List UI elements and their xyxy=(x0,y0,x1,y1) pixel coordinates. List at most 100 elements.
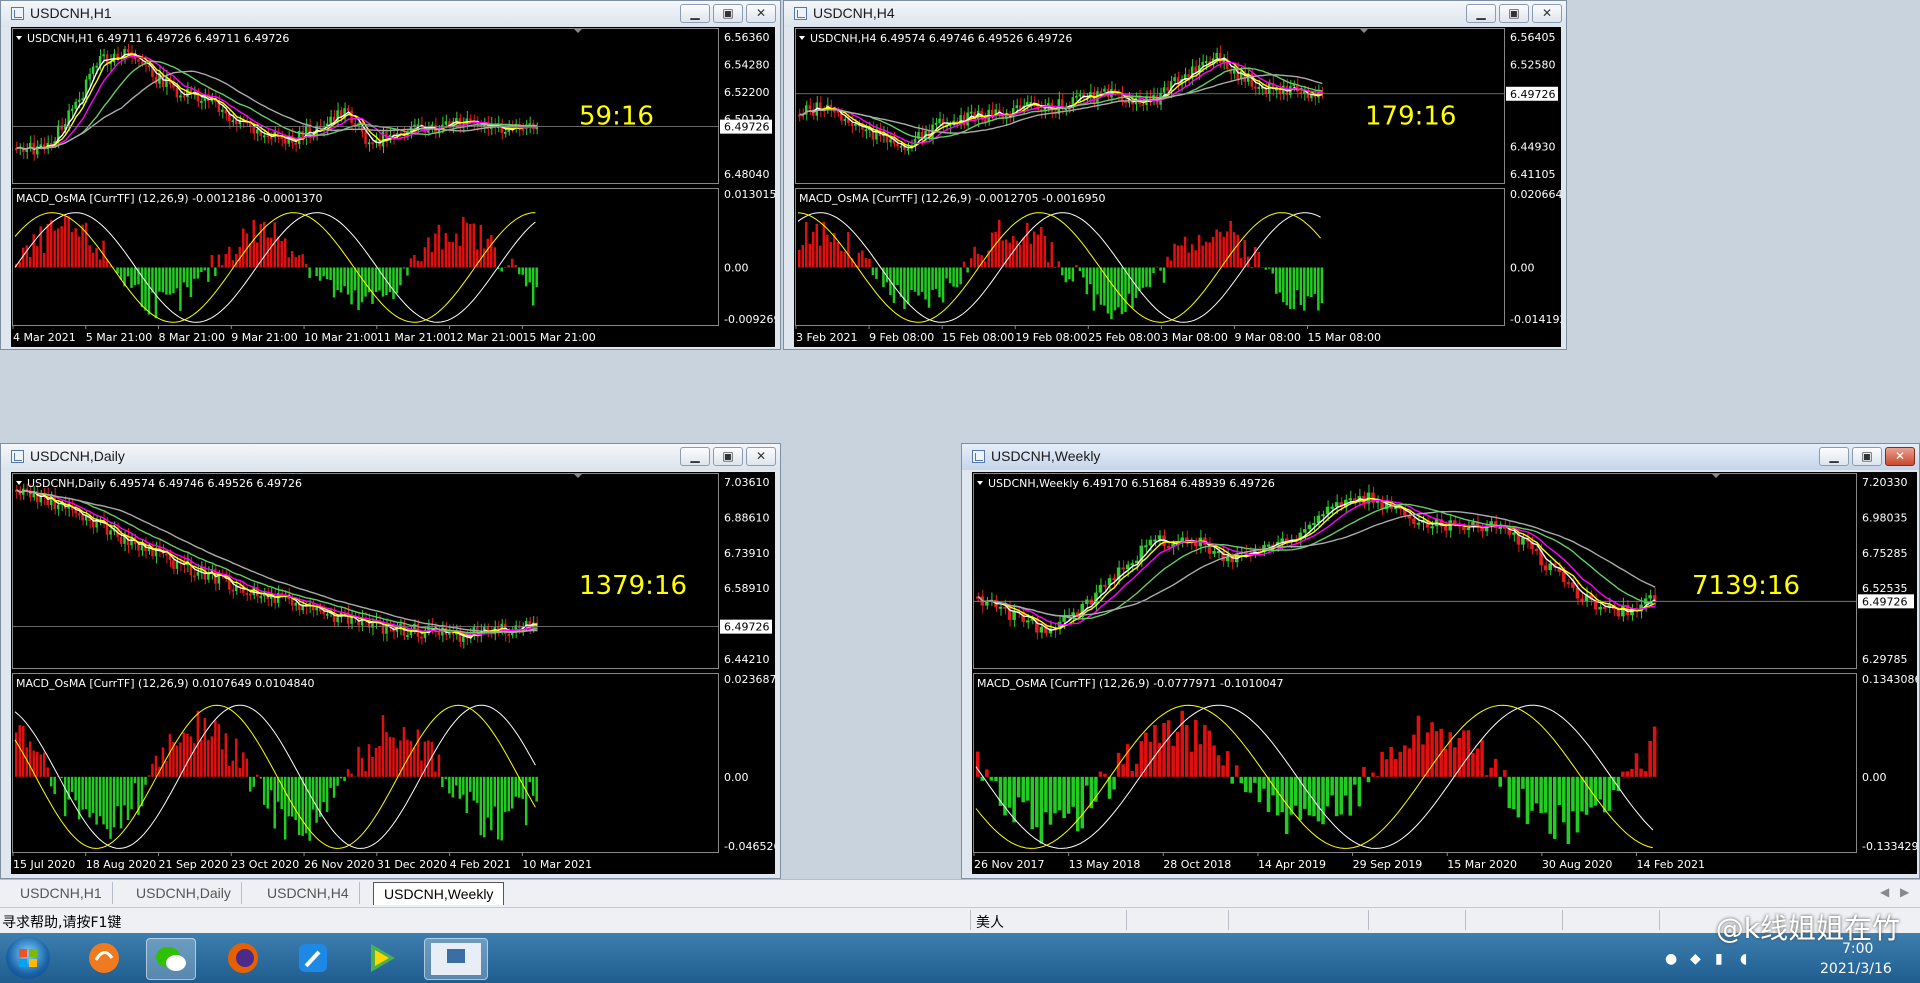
tab-usdcnh-weekly[interactable]: USDCNH,Weekly xyxy=(373,882,505,905)
status-divider xyxy=(1465,910,1466,930)
close-button[interactable]: ✕ xyxy=(746,447,776,466)
chart-window-icon xyxy=(972,450,985,463)
oscillator-axis-label: 0.1343086 xyxy=(1862,673,1917,686)
chart-area[interactable]: 7.03610 6.88610 6.73910 6.58910 6.49726 6.442… xyxy=(11,472,780,874)
minimize-button[interactable]: ▁ xyxy=(680,447,710,466)
oscillator-axis-label: 0.0130151 xyxy=(724,188,775,201)
tab-usdcnh-daily[interactable]: USDCNH,Daily xyxy=(126,882,242,904)
time-axis-label: 30 Aug 2020 xyxy=(1542,858,1612,871)
chart-window-icon xyxy=(11,7,24,20)
oscillator-label: MACD_OsMA [CurrTF] (12,26,9) 0.0107649 0… xyxy=(16,677,315,690)
price-axis-label: 6.44210 xyxy=(724,653,770,666)
status-divider xyxy=(1659,910,1660,930)
price-axis-label: 6.48040 xyxy=(724,168,770,181)
close-button[interactable]: ✕ xyxy=(1532,4,1562,23)
status-divider xyxy=(1228,910,1229,930)
oscillator-axis-label: -0.0141923 xyxy=(1510,313,1561,326)
oscillator-axis-label: 0.023687 xyxy=(724,673,775,686)
price-axis-label: 6.29785 xyxy=(1862,653,1908,666)
time-axis-label: 19 Feb 08:00 xyxy=(1015,331,1087,344)
time-axis-label: 28 Oct 2018 xyxy=(1163,858,1231,871)
bar-countdown-timer: 7139:16 xyxy=(1692,571,1800,601)
time-axis-label: 10 Mar 2021 xyxy=(522,858,592,871)
tray-volume-icon[interactable]: ◖ xyxy=(1740,951,1747,967)
restore-button[interactable]: ▣ xyxy=(1499,4,1529,23)
tab-usdcnh-h4[interactable]: USDCNH,H4 xyxy=(257,882,360,904)
minimize-button[interactable]: ▁ xyxy=(680,4,710,23)
time-axis-label: 18 Aug 2020 xyxy=(86,858,156,871)
oscillator-axis-label: -0.046526 xyxy=(724,840,775,853)
chart-info-label: USDCNH,Daily 6.49574 6.49746 6.49526 6.4… xyxy=(27,477,302,490)
tray-shield-icon[interactable]: ◆ xyxy=(1690,951,1701,967)
time-axis-label: 8 Mar 21:00 xyxy=(159,331,225,344)
chart-area[interactable]: 6.563606.542806.522006.501206.497266.480… xyxy=(11,27,787,347)
chart-window-icon xyxy=(794,7,807,20)
price-axis-label: 7.03610 xyxy=(724,476,770,489)
close-button[interactable]: ✕ xyxy=(746,4,776,23)
time-axis-label: 15 Mar 2020 xyxy=(1447,858,1517,871)
trading-terminal-icon[interactable] xyxy=(424,938,488,980)
status-bar: 寻求帮助,请按F1键 美人 xyxy=(0,907,1920,933)
restore-button[interactable]: ▣ xyxy=(1852,447,1882,466)
price-axis-label: 6.56405 xyxy=(1510,31,1556,44)
window-title: USDCNH,H4 xyxy=(813,5,895,21)
price-axis-label: 6.44930 xyxy=(1510,141,1556,154)
titlebar[interactable]: USDCNH,Weekly ▁ ▣ ✕ xyxy=(962,444,1919,470)
price-axis-label: 6.98035 xyxy=(1862,511,1908,524)
windows-logo-icon xyxy=(19,949,37,967)
restore-button[interactable]: ▣ xyxy=(713,4,743,23)
titlebar[interactable]: USDCNH,H4 ▁ ▣ ✕ xyxy=(784,1,1566,27)
chart-tabs-bar: USDCNH,H1 USDCNH,Daily USDCNH,H4 USDCNH,… xyxy=(0,879,1920,907)
close-button[interactable]: ✕ xyxy=(1885,447,1915,466)
tray-network-icon[interactable]: ▮ xyxy=(1715,951,1723,967)
status-divider xyxy=(1126,910,1127,930)
time-axis-label: 9 Mar 21:00 xyxy=(231,331,297,344)
restore-button[interactable]: ▣ xyxy=(713,447,743,466)
tray-wechat-icon[interactable]: ● xyxy=(1665,951,1677,967)
tab-scroll-left-icon[interactable]: ◀ xyxy=(1880,885,1889,899)
oscillator-label: MACD_OsMA [CurrTF] (12,26,9) -0.0777971 … xyxy=(977,677,1283,690)
start-button[interactable] xyxy=(6,937,50,979)
tray-date[interactable]: 2021/3/16 xyxy=(1820,961,1892,977)
chart-svg: 6.564056.525806.487556.497266.449306.411… xyxy=(794,27,1573,347)
tab-scroll-right-icon[interactable]: ▶ xyxy=(1900,885,1909,899)
oscillator-axis-label: 0.00 xyxy=(724,261,749,274)
status-help-text: 寻求帮助,请按F1键 xyxy=(2,915,122,931)
app-launcher-icon[interactable] xyxy=(80,938,128,978)
price-axis-label: 6.49726 xyxy=(724,121,770,134)
time-axis-label: 9 Feb 08:00 xyxy=(869,331,934,344)
price-axis-label: 6.58910 xyxy=(724,582,770,595)
oscillator-axis-label: -0.1334299 xyxy=(1862,840,1917,853)
titlebar[interactable]: USDCNH,Daily ▁ ▣ ✕ xyxy=(1,444,780,470)
minimize-button[interactable]: ▁ xyxy=(1466,4,1496,23)
media-player-icon[interactable] xyxy=(357,938,405,978)
titlebar[interactable]: USDCNH,H1 ▁ ▣ ✕ xyxy=(1,1,780,27)
price-axis-label: 6.56360 xyxy=(724,31,770,44)
chart-info-label: USDCNH,H4 6.49574 6.49746 6.49526 6.4972… xyxy=(810,32,1072,45)
tab-usdcnh-h1[interactable]: USDCNH,H1 xyxy=(10,882,113,904)
wechat-icon[interactable] xyxy=(146,938,196,980)
chart-area[interactable]: 7.20330 6.98035 6.75285 6.52535 6.49726 6.297… xyxy=(972,472,1920,874)
chart-svg: 7.03610 6.88610 6.73910 6.58910 6.49726 6.442… xyxy=(11,472,780,874)
time-axis-label: 12 Mar 21:00 xyxy=(450,331,523,344)
price-axis-label: 6.49726 xyxy=(724,621,770,634)
notes-app-icon[interactable] xyxy=(289,938,337,978)
window-h4: USDCNH,H4 ▁ ▣ ✕ 6.564056.525806.487556.4… xyxy=(783,0,1573,350)
status-divider xyxy=(1562,910,1563,930)
time-axis-label: 21 Sep 2020 xyxy=(159,858,229,871)
price-axis-label: 6.75285 xyxy=(1862,547,1908,560)
price-axis-label: 6.49726 xyxy=(1510,88,1556,101)
time-axis-label: 26 Nov 2017 xyxy=(974,858,1044,871)
oscillator-axis-label: 0.0206644 xyxy=(1510,188,1561,201)
watermark-text: @k线姐姐在竹 xyxy=(1715,912,1900,945)
time-axis-label: 3 Feb 2021 xyxy=(796,331,857,344)
chart-info-label: USDCNH,H1 6.49711 6.49726 6.49711 6.4972… xyxy=(27,32,289,45)
chart-area[interactable]: 6.564056.525806.487556.497266.449306.411… xyxy=(794,27,1573,347)
window-title: USDCNH,Weekly xyxy=(991,448,1101,464)
time-axis-label: 15 Jul 2020 xyxy=(13,858,75,871)
firefox-icon[interactable] xyxy=(219,938,267,978)
bar-countdown-timer: 1379:16 xyxy=(579,571,687,601)
bar-countdown-timer: 59:16 xyxy=(579,101,654,131)
oscillator-axis-label: -0.0092699 xyxy=(724,313,775,326)
minimize-button[interactable]: ▁ xyxy=(1819,447,1849,466)
